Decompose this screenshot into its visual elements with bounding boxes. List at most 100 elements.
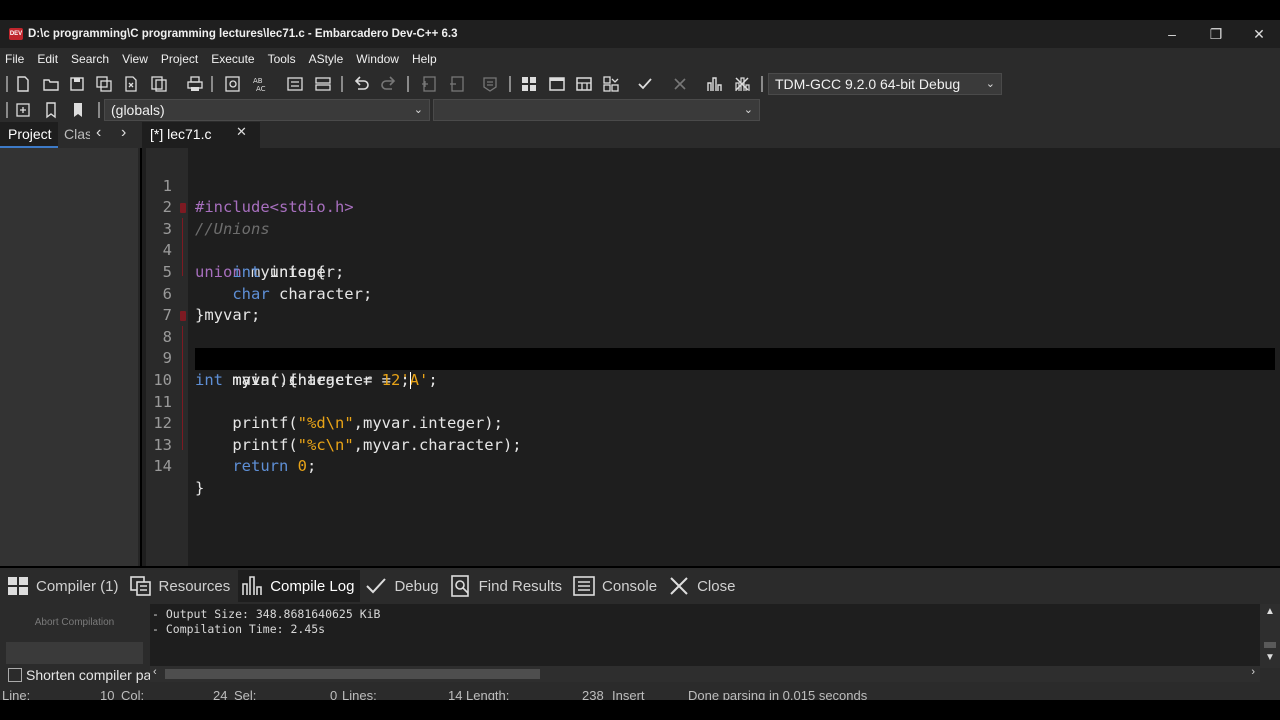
tab-find-results[interactable]: Find Results (447, 570, 568, 602)
tab-compiler[interactable]: Compiler (1) (4, 570, 125, 602)
status-sel-label: Sel: (234, 688, 257, 700)
menu-execute[interactable]: Execute (211, 52, 254, 66)
compile-log-output[interactable]: - Output Size: 348.8681640625 KiB - Comp… (150, 604, 1260, 666)
scope-select[interactable]: (globals) ⌄ (104, 99, 430, 121)
menu-window[interactable]: Window (356, 52, 399, 66)
compile-run-icon[interactable] (573, 73, 595, 95)
resources-icon (129, 576, 151, 596)
toolbar-grip[interactable] (98, 102, 100, 118)
tab-debug[interactable]: Debug (362, 570, 444, 602)
horizontal-scrollbar[interactable]: ‹ › (150, 666, 1260, 682)
tab-classes[interactable]: Classes (64, 126, 90, 142)
stop-icon[interactable] (669, 73, 691, 95)
save-all-icon[interactable] (93, 73, 115, 95)
compile-icon[interactable] (518, 73, 540, 95)
project-panel[interactable] (0, 148, 140, 566)
menu-astyle[interactable]: AStyle (309, 52, 344, 66)
toolbar-grip[interactable] (407, 76, 409, 92)
vertical-scrollbar[interactable]: ▲ ▼ (1260, 604, 1280, 668)
toolbar-grip[interactable] (509, 76, 511, 92)
code-editor[interactable]: 1 #include<stdio.h> 2 //Unions 3 union m… (142, 148, 1280, 566)
toolbar-grip[interactable] (761, 76, 763, 92)
code-line: 9 myvar.character = 'A'; (142, 327, 1280, 389)
redo-icon[interactable] (378, 73, 400, 95)
toolbar-grip[interactable] (211, 76, 213, 92)
code-line: 11 printf("%d\n",myvar.integer); (142, 370, 1280, 433)
insert-icon[interactable] (12, 99, 34, 121)
rebuild-icon[interactable] (600, 73, 622, 95)
close-window-button[interactable]: ✕ (1237, 20, 1280, 48)
scroll-up-icon[interactable]: ▲ (1265, 606, 1275, 617)
fold-marker-icon[interactable] (180, 311, 186, 322)
status-line-value: 10 (100, 688, 115, 700)
tab-prev-arrow[interactable]: ‹ (96, 124, 101, 142)
code-line: 5 char character; (142, 240, 1280, 303)
menu-project[interactable]: Project (161, 52, 198, 66)
menu-tools[interactable]: Tools (268, 52, 296, 66)
scroll-thumb[interactable] (165, 669, 540, 679)
tab-close[interactable]: Close (665, 570, 741, 602)
fold-marker-icon[interactable] (180, 203, 186, 214)
new-file-icon[interactable] (12, 73, 34, 95)
menu-view[interactable]: View (122, 52, 148, 66)
profile-icon[interactable] (703, 73, 725, 95)
code-text: } (195, 478, 204, 500)
replace-icon[interactable]: AB AC (249, 73, 271, 95)
scroll-thumb[interactable] (1264, 642, 1276, 648)
maximize-button[interactable]: ❐ (1194, 20, 1238, 48)
scroll-left-icon[interactable]: ‹ (153, 666, 157, 678)
remove-project-icon[interactable] (446, 73, 468, 95)
shorten-paths-checkbox[interactable] (8, 668, 22, 682)
find-icon[interactable] (222, 73, 244, 95)
status-length-label: Length: (466, 688, 510, 700)
code-line: 3 union myunion{ (142, 197, 1280, 281)
toolbar-grip[interactable] (341, 76, 343, 92)
status-sel-value: 0 (330, 688, 338, 700)
toolbar-grip[interactable] (6, 76, 8, 92)
tab-label: Compiler (1) (36, 577, 119, 595)
compile-log-panel: Abort Compilation Shorten compiler paths… (0, 604, 1280, 686)
scroll-down-icon[interactable]: ▼ (1265, 652, 1275, 663)
abort-compilation-button[interactable]: Abort Compilation (6, 612, 143, 634)
tab-compile-log[interactable]: Compile Log (238, 570, 361, 602)
main-toolbar: AB AC TDM-GCC 9.2.0 64-bit Debug ⌄ (0, 70, 1280, 98)
undo-icon[interactable] (350, 73, 372, 95)
menu-search[interactable]: Search (71, 52, 109, 66)
tab-next-arrow[interactable]: › (121, 124, 126, 142)
menu-edit[interactable]: Edit (37, 52, 58, 66)
tab-resources[interactable]: Resources (127, 570, 237, 602)
menu-file[interactable]: File (5, 52, 24, 66)
syntax-check-icon[interactable] (634, 73, 656, 95)
tab-label: Debug (394, 577, 439, 595)
code-line: 7 (142, 284, 1280, 324)
toggle-comment-icon[interactable] (312, 73, 334, 95)
tab-label: Console (602, 577, 658, 595)
goto-bookmark-icon[interactable] (67, 99, 89, 121)
scroll-right-icon[interactable]: › (1251, 666, 1255, 678)
close-tab-icon[interactable]: ✕ (236, 124, 247, 140)
run-icon[interactable] (546, 73, 568, 95)
new-project-icon[interactable] (418, 73, 440, 95)
print-icon[interactable] (184, 73, 206, 95)
status-length-value: 238 (582, 688, 604, 700)
indent-icon[interactable] (284, 73, 306, 95)
save-icon[interactable] (66, 73, 88, 95)
tab-project[interactable]: Project (0, 122, 58, 148)
title-bar: DEV D:\c programming\C programming lectu… (0, 20, 1280, 48)
compiler-select[interactable]: TDM-GCC 9.2.0 64-bit Debug ⌄ (768, 73, 1002, 95)
delete-profile-icon[interactable] (731, 73, 753, 95)
close-all-icon[interactable] (148, 73, 170, 95)
function-select[interactable]: ⌄ (433, 99, 760, 121)
toolbar-grip[interactable] (6, 102, 8, 118)
close-icon (670, 577, 688, 595)
close-file-icon[interactable] (120, 73, 142, 95)
log-line: - Output Size: 348.8681640625 KiB (152, 607, 381, 621)
toggle-bookmark-icon[interactable] (40, 99, 62, 121)
project-options-icon[interactable] (479, 73, 501, 95)
tab-console[interactable]: Console (570, 570, 663, 602)
code-token: 0 (297, 457, 308, 476)
menu-bar: File Edit Search View Project Execute To… (0, 48, 1280, 70)
minimize-button[interactable]: – (1150, 20, 1194, 48)
open-folder-icon[interactable] (40, 73, 62, 95)
menu-help[interactable]: Help (412, 52, 437, 66)
